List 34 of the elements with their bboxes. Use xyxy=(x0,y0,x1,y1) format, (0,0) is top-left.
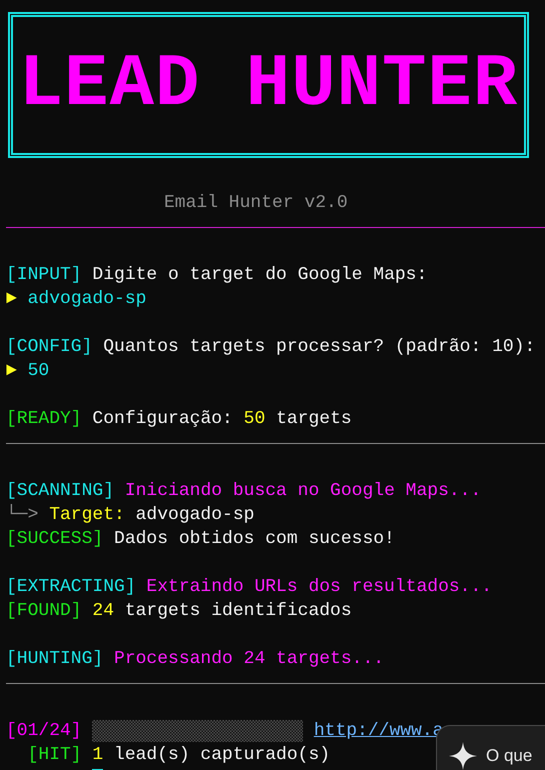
prompt-marker: ► xyxy=(6,288,17,311)
sparkle-icon xyxy=(449,742,477,770)
popup-text: O que xyxy=(486,745,532,767)
log-text: lead(s) capturado(s) xyxy=(114,744,330,767)
log-text: Processando 24 targets... xyxy=(114,648,384,671)
log-tag: [SUCCESS] xyxy=(6,527,104,551)
log-tag: [EXTRACTING] xyxy=(6,575,136,599)
tree-arrow: └─> xyxy=(6,503,38,527)
log-tag: [FOUND] xyxy=(6,599,82,623)
log-text: Dados obtidos com sucesso! xyxy=(114,528,395,551)
log-text: targets xyxy=(276,408,352,431)
log-text: Configuração: xyxy=(92,408,233,431)
log-text: targets identificados xyxy=(124,600,352,623)
log-text: advogado-sp xyxy=(136,504,254,527)
log-tag: [HIT] xyxy=(28,743,82,767)
log-text: Iniciando busca no Google Maps... xyxy=(124,480,482,503)
log-tag: [HUNTING] xyxy=(6,647,104,671)
log-text: Target: xyxy=(49,504,125,527)
log-tag: [READY] xyxy=(6,407,82,431)
log-tag: [CONFIG] xyxy=(6,335,92,359)
log-text: Digite o target do Google Maps: xyxy=(92,264,428,287)
prompt-marker: ► xyxy=(6,360,17,383)
progress-counter: [01/24] xyxy=(6,720,82,743)
log-text: 50 xyxy=(244,408,266,431)
input-value: advogado-sp xyxy=(28,288,146,311)
logo-text: LEAD HUNTER xyxy=(18,48,518,122)
subtitle: Email Hunter v2.0 xyxy=(164,192,348,215)
log-text: 1 xyxy=(92,744,104,767)
log-tag: [SCANNING] xyxy=(6,479,114,503)
log-text: 24 xyxy=(92,600,114,623)
log-tag: [INPUT] xyxy=(6,263,82,287)
log-text: Quantos targets processar? (padrão: 10): xyxy=(103,336,536,359)
input-value: 50 xyxy=(28,360,50,383)
log-text: Extraindo URLs dos resultados... xyxy=(146,576,492,599)
